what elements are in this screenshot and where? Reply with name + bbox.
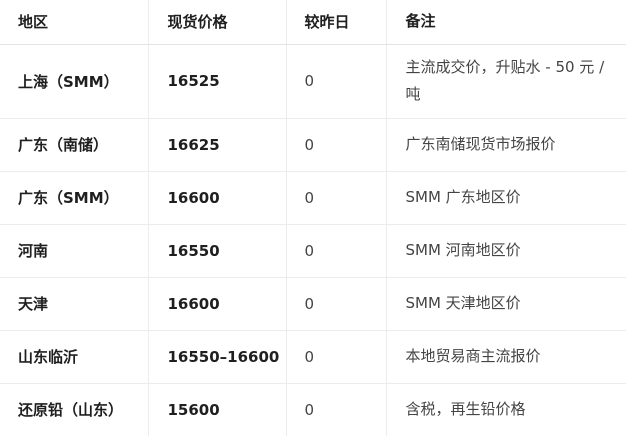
- cell-note: SMM 广东地区价: [385, 171, 626, 225]
- table-row: 广东（南储） 16625 0 广东南储现货市场报价: [0, 118, 626, 172]
- cell-change: 0: [285, 330, 386, 384]
- table-row: 河南 16550 0 SMM 河南地区价: [0, 224, 626, 278]
- cell-region: 还原铅（山东）: [18, 401, 124, 420]
- cell-region: 上海（SMM）: [0, 44, 148, 119]
- cell-note: SMM 天津地区价: [385, 277, 626, 331]
- cell-note: 含税，再生铅价格: [385, 383, 626, 436]
- cell-change: 0: [285, 118, 386, 172]
- header-row: 地区 现货价格 较昨日 备注: [0, 0, 626, 45]
- cell-region: 广东（南储）: [0, 118, 148, 172]
- table-row: 上海（SMM） 16525 0 主流成交价，升贴水 - 50 元 / 吨: [0, 44, 626, 119]
- cell-change: 0: [285, 277, 386, 331]
- table-row: 山东临沂 16550–16600 0 本地贸易商主流报价: [0, 330, 626, 384]
- table-row: 还原铅（山东） 15600 0 含税，再生铅价格: [0, 383, 626, 436]
- cell-price: 16600: [147, 171, 286, 225]
- table-row: 广东（SMM） 16600 0 SMM 广东地区价: [0, 171, 626, 225]
- header-change: 较昨日: [285, 0, 386, 45]
- cell-price: 16550–16600: [147, 330, 286, 384]
- table-header: 地区 现货价格 较昨日 备注: [0, 0, 626, 45]
- cell-note: 主流成交价，升贴水 - 50 元 / 吨: [385, 44, 626, 119]
- price-table: 地区 现货价格 较昨日 备注 上海（SMM） 16525 0 主流成交价，升贴水…: [0, 0, 626, 436]
- cell-price: 16600: [147, 277, 286, 331]
- header-price: 现货价格: [147, 0, 286, 45]
- cell-region: 河南: [0, 224, 148, 278]
- cell-change: 0: [285, 383, 386, 436]
- header-note: 备注: [385, 0, 626, 45]
- cell-price: 15600: [147, 383, 286, 436]
- cell-note: 本地贸易商主流报价: [385, 330, 626, 384]
- cell-price: 16625: [147, 118, 286, 172]
- cell-note: 广东南储现货市场报价: [385, 118, 626, 172]
- cell-change: 0: [285, 44, 386, 119]
- table-row: 天津 16600 0 SMM 天津地区价: [0, 277, 626, 331]
- cell-region: 山东临沂: [0, 330, 148, 384]
- cell-note: SMM 河南地区价: [385, 224, 626, 278]
- table-body: 上海（SMM） 16525 0 主流成交价，升贴水 - 50 元 / 吨 广东（…: [0, 44, 626, 436]
- cell-change: 0: [285, 171, 386, 225]
- cell-price: 16525: [147, 44, 286, 119]
- cell-price: 16550: [147, 224, 286, 278]
- cell-region: 天津: [0, 277, 148, 331]
- header-region: 地区: [0, 0, 148, 45]
- cell-change: 0: [285, 224, 386, 278]
- cell-region: 广东（SMM）: [0, 171, 148, 225]
